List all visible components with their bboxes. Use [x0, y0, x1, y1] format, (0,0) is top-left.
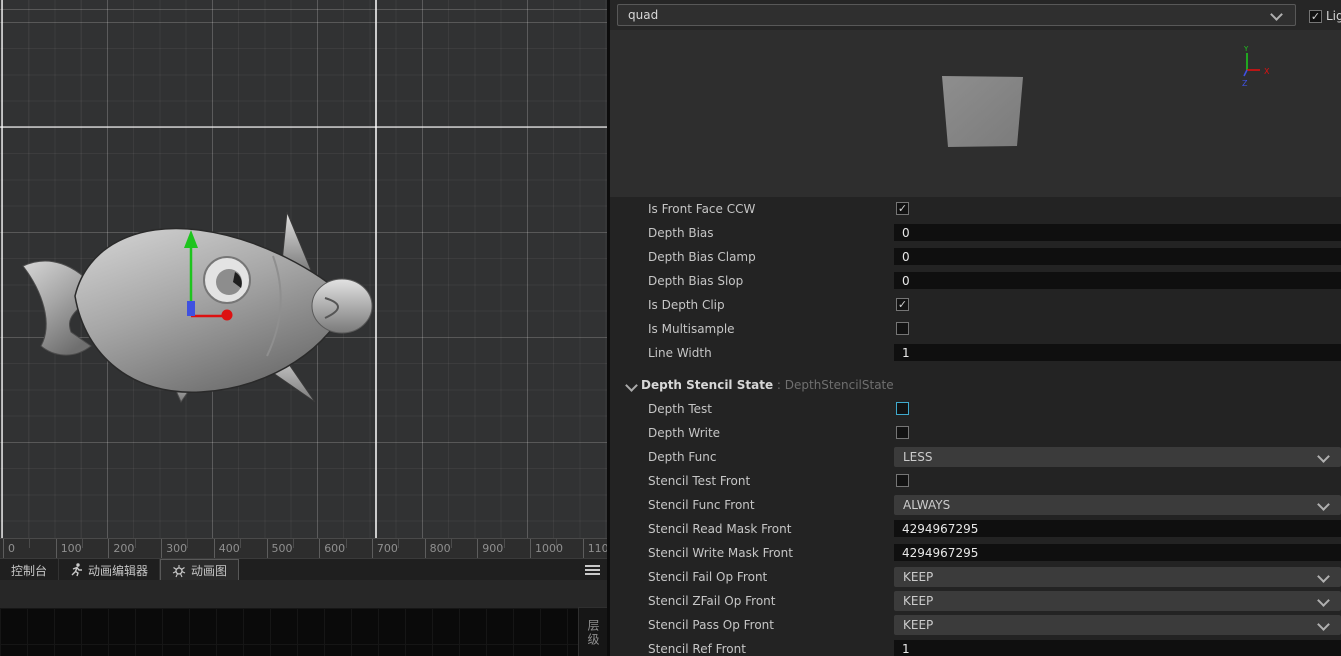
stencil-func-front-select[interactable]: ALWAYS [894, 495, 1341, 515]
runner-icon [70, 563, 83, 577]
stencil-write-mask-front-input[interactable] [894, 544, 1341, 561]
ruler-label: 0 [8, 542, 15, 555]
property-row: Depth Bias [610, 221, 1341, 245]
depth-bias-slop-input[interactable] [894, 272, 1341, 289]
stencil-pass-op-front-select[interactable]: KEEP [894, 615, 1341, 635]
line-width-input[interactable] [894, 344, 1341, 361]
inspector-header: quad Lig [610, 0, 1341, 30]
chevron-down-icon [1270, 8, 1283, 21]
is-multisample-checkbox[interactable] [896, 322, 909, 335]
property-row: Depth Bias Slop [610, 269, 1341, 293]
orientation-gizmo[interactable]: Y X Z [1232, 42, 1274, 88]
fish-3d-model[interactable] [15, 194, 385, 422]
property-row: Depth Bias Clamp [610, 245, 1341, 269]
property-row: Stencil Func Front ALWAYS [610, 493, 1341, 517]
depth-bias-input[interactable] [894, 224, 1341, 241]
depth-test-checkbox[interactable] [896, 402, 909, 415]
property-row: Depth Func LESS [610, 445, 1341, 469]
chevron-down-icon [1317, 498, 1330, 511]
light-toggle: Lig [1309, 9, 1341, 23]
light-checkbox[interactable] [1309, 9, 1322, 23]
ruler-label: 100 [60, 542, 82, 555]
property-row: Stencil Write Mask Front [610, 541, 1341, 565]
tab-animation-editor-label: 动画编辑器 [88, 563, 149, 578]
light-checkbox-label: Lig [1326, 9, 1341, 23]
property-row: Stencil Read Mask Front [610, 517, 1341, 541]
tab-console-label: 控制台 [11, 563, 48, 578]
depth-func-select[interactable]: LESS [894, 447, 1341, 467]
depth-stencil-section-header: Depth Stencil State : DepthStencilState [610, 373, 1341, 397]
ruler-label: 900 [482, 542, 504, 555]
tab-animation-editor[interactable]: 动画编辑器 [59, 559, 161, 581]
material-preview[interactable]: Y X Z [610, 30, 1341, 197]
stencil-fail-op-front-select[interactable]: KEEP [894, 567, 1341, 587]
chevron-down-icon [1317, 450, 1330, 463]
is-depth-clip-checkbox[interactable] [896, 298, 909, 311]
scene-viewport[interactable] [0, 0, 607, 557]
is-front-face-ccw-checkbox[interactable] [896, 202, 909, 215]
collapse-chevron-icon[interactable] [625, 379, 638, 392]
effect-select[interactable]: quad [617, 4, 1296, 26]
depth-write-checkbox[interactable] [896, 426, 909, 439]
property-row: Stencil Ref Front [610, 637, 1341, 656]
property-row: Depth Test [610, 397, 1341, 421]
panel-menu-icon[interactable] [585, 563, 600, 576]
property-row: Stencil Fail Op Front KEEP [610, 565, 1341, 589]
stencil-zfail-op-front-select[interactable]: KEEP [894, 591, 1341, 611]
graph-toolbar [0, 580, 607, 609]
ruler-label: 500 [271, 542, 293, 555]
ruler-label: 1100 [587, 542, 607, 555]
app-window: 0 100 200 300 400 500 600 700 800 900 1000 1100 控制台… [0, 0, 1341, 656]
property-row: Stencil Test Front [610, 469, 1341, 493]
ruler-label: 400 [218, 542, 240, 555]
tab-animation-graph-label: 动画图 [191, 564, 228, 578]
bottom-tabstrip: 控制台 动画编辑器 动画图 [0, 558, 607, 581]
section-title: Depth Stencil State : DepthStencilState [641, 378, 894, 392]
hierarchy-side-tab[interactable]: 层级 [578, 607, 608, 656]
chevron-down-icon [1317, 594, 1330, 607]
hierarchy-side-tab-label: 层级 [586, 618, 600, 647]
svg-text:X: X [1264, 67, 1270, 76]
svg-text:Y: Y [1243, 45, 1249, 53]
ruler-label: 700 [376, 542, 398, 555]
ruler-label: 200 [113, 542, 135, 555]
grid-axis-left [1, 0, 3, 557]
effect-select-value: quad [628, 8, 659, 22]
viewport-ruler[interactable]: 0 100 200 300 400 500 600 700 800 900 1000 1100 [0, 538, 607, 559]
tab-console[interactable]: 控制台 [0, 559, 60, 581]
grid-axis-horizontal [0, 126, 607, 128]
ruler-label: 1000 [535, 542, 563, 555]
stencil-ref-front-input[interactable] [894, 640, 1341, 656]
svg-text:Z: Z [1242, 79, 1248, 88]
property-row: Line Width [610, 341, 1341, 365]
chevron-down-icon [1317, 570, 1330, 583]
stencil-test-front-checkbox[interactable] [896, 474, 909, 487]
graph-icon [172, 564, 186, 578]
chevron-down-icon [1317, 618, 1330, 631]
animation-graph-canvas[interactable] [0, 608, 607, 656]
inspector-panel: quad Lig Y X [610, 0, 1341, 656]
ruler-label: 600 [324, 542, 346, 555]
property-row: Is Depth Clip [610, 293, 1341, 317]
stencil-read-mask-front-input[interactable] [894, 520, 1341, 537]
property-row: Stencil Pass Op Front KEEP [610, 613, 1341, 637]
property-row: Is Front Face CCW [610, 197, 1341, 221]
ruler-label: 800 [429, 542, 451, 555]
depth-bias-clamp-input[interactable] [894, 248, 1341, 265]
property-list: Is Front Face CCW Depth Bias Depth Bias … [610, 197, 1341, 656]
property-row: Depth Write [610, 421, 1341, 445]
property-row: Stencil ZFail Op Front KEEP [610, 589, 1341, 613]
ruler-label: 300 [166, 542, 188, 555]
property-row: Is Multisample [610, 317, 1341, 341]
tab-animation-graph[interactable]: 动画图 [160, 559, 240, 581]
